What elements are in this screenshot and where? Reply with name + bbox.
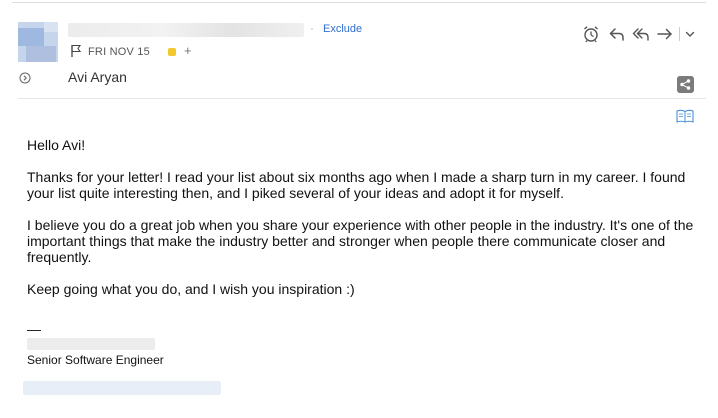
reply-all-icon[interactable]: [631, 24, 651, 44]
expand-details-icon[interactable]: [19, 72, 31, 84]
message-body: Hello Avi! Thanks for your letter! I rea…: [27, 137, 707, 313]
sender-avatar: [18, 22, 58, 62]
recipient-name[interactable]: Avi Aryan: [68, 69, 127, 85]
signature-title: Senior Software Engineer: [27, 353, 164, 367]
signature-separator: —: [27, 321, 41, 337]
header-divider: [18, 98, 706, 99]
reader-view-icon[interactable]: [676, 109, 694, 123]
chevron-down-icon[interactable]: [683, 24, 697, 44]
message-paragraph: Keep going what you do, and I wish you i…: [27, 281, 355, 297]
share-icon[interactable]: [677, 76, 694, 93]
toolbar-separator: [679, 27, 680, 41]
message-paragraph: Thanks for your letter! I read your list…: [27, 169, 686, 201]
flag-icon[interactable]: [70, 44, 82, 58]
alarm-clock-icon[interactable]: [581, 24, 601, 44]
sender-name-redacted: [68, 23, 304, 37]
exclude-link[interactable]: Exclude: [323, 23, 362, 35]
signature-link-redacted: [23, 381, 221, 395]
message-date: FRI NOV 15: [88, 46, 150, 58]
color-tag[interactable]: [168, 48, 176, 56]
message-greeting: Hello Avi!: [27, 137, 86, 153]
top-border: [12, 2, 706, 3]
separator-dot: ·: [310, 21, 314, 35]
forward-icon[interactable]: [655, 24, 675, 44]
reply-icon[interactable]: [607, 24, 627, 44]
signature-name-redacted: [27, 338, 155, 350]
message-paragraph: I believe you do a great job when you sh…: [27, 217, 694, 265]
add-tag-button[interactable]: +: [184, 43, 192, 58]
